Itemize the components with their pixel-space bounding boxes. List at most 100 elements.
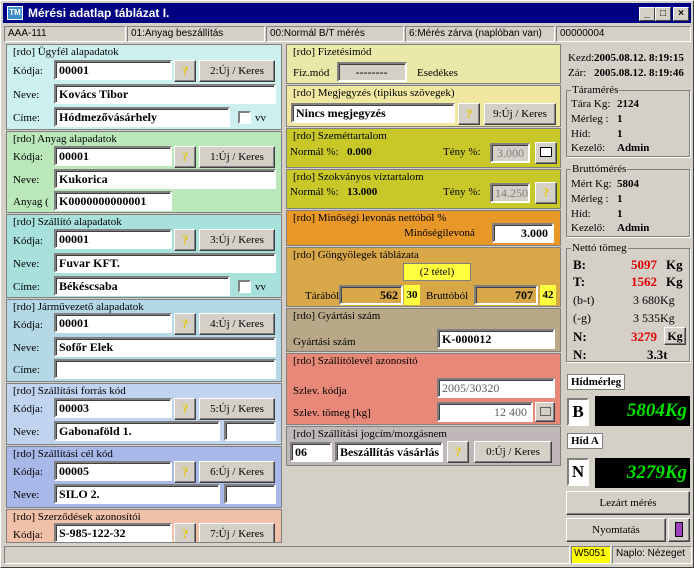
szallito-vv-checkbox[interactable]	[238, 280, 251, 293]
ugyfel-nev-label: Neve:	[13, 89, 40, 101]
status-mode: 00:Normál B/T mérés	[266, 26, 404, 42]
tara-kg-value: 2124	[617, 98, 639, 110]
ugyfel-cim-label: Címe:	[13, 112, 40, 124]
gongyoleg-tetel-button[interactable]: (2 tétel)	[403, 263, 471, 281]
szallito-nev-label: Neve:	[13, 258, 40, 270]
lezart-meres-button[interactable]: Lezárt mérés	[566, 491, 690, 515]
forras-nev-field[interactable]: Gabonaföld 1.	[54, 421, 220, 441]
jarmu-cim-field[interactable]	[54, 359, 276, 379]
b-indicator: B	[567, 398, 589, 426]
close-button[interactable]: ×	[673, 7, 689, 21]
cel-kod-label: Kódja:	[13, 466, 43, 478]
zar-value: 2005.08.12. 8:19:46	[594, 67, 684, 79]
szallitolevel-kod-field[interactable]: 2005/30320	[437, 378, 555, 398]
tara-hid-value: 1	[617, 128, 623, 140]
forras-extra-field[interactable]	[224, 421, 276, 441]
jogcim-search-button[interactable]: 0:Új / Keres	[474, 441, 552, 463]
anyag-search-button[interactable]: 1:Új / Keres	[199, 146, 275, 168]
szerzodes-kod-field[interactable]: S-985-122-32	[54, 523, 172, 542]
exit-button[interactable]	[668, 518, 690, 542]
status-type: 01:Anyag beszállítás	[127, 26, 265, 42]
forras-help-button[interactable]: ?	[174, 398, 196, 420]
maximize-button[interactable]: □	[655, 7, 671, 21]
bottom-w-badge: W5051	[571, 546, 611, 564]
szallito-nev-field[interactable]: Fuvar KFT.	[54, 253, 276, 273]
viz-teny-field[interactable]: 14.250	[490, 183, 530, 203]
cel-kod-field[interactable]: 00005	[54, 461, 172, 481]
szemet-calc-button[interactable]	[535, 142, 557, 164]
anyag-nev-field[interactable]: Kukorica	[54, 169, 276, 189]
szallito-search-button[interactable]: 3:Új / Keres	[199, 229, 275, 251]
minoseg-field[interactable]: 3.000	[492, 223, 554, 243]
brutto-kg-label: Mért Kg:	[571, 178, 612, 190]
anyag-legend: [rdo] Anyag alapadatok	[13, 133, 117, 145]
brutto-merleg-value: 1	[617, 193, 623, 205]
ugyfel-help-button[interactable]: ?	[174, 60, 196, 82]
szemet-teny-field[interactable]: 3.000	[490, 143, 530, 163]
forras-search-button[interactable]: 5:Új / Keres	[199, 398, 275, 420]
viz-help-button[interactable]: ?	[535, 182, 557, 204]
tara-kezelo-value: Admin	[617, 142, 650, 154]
szemet-normal-value: 0.000	[347, 146, 372, 158]
netto-bt-label: (b-t)	[573, 293, 595, 307]
brutto-hid-label: Híd:	[571, 208, 591, 220]
jogcim-kod-field[interactable]: 06	[290, 442, 332, 462]
megjegyzes-search-button[interactable]: 9:Új / Keres	[484, 103, 556, 125]
szallito-help-button[interactable]: ?	[174, 229, 196, 251]
nyomtatas-button[interactable]: Nyomtatás	[566, 518, 666, 542]
ugyfel-vv-label: vv	[255, 112, 266, 124]
minimize-button[interactable]: _	[639, 7, 655, 21]
jogcim-field[interactable]: Beszállítás vásárlás	[335, 442, 443, 462]
szemet-normal-label: Normál %:	[290, 146, 339, 158]
megjegyzes-field[interactable]: Nincs megjegyzés	[291, 103, 455, 123]
jogcim-help-button[interactable]: ?	[447, 441, 469, 463]
gyartasi-field[interactable]: K-000012	[437, 329, 555, 349]
fizetes-esed-label: Esedékes	[417, 67, 458, 79]
jarmu-panel: [rdo] Járművezető alapadatok Kódja: 0000…	[6, 299, 282, 382]
szerzodes-help-button[interactable]: ?	[174, 523, 196, 542]
jarmu-legend: [rdo] Járművezető alapadatok	[13, 301, 144, 313]
ugyfel-nev-field[interactable]: Kovács Tibor	[54, 84, 276, 104]
ugyfel-legend: [rdo] Ügyfél alapadatok	[13, 46, 119, 58]
szerzodes-search-button[interactable]: 7:Új / Keres	[199, 523, 275, 542]
forras-legend: [rdo] Szállítási forrás kód	[13, 385, 126, 397]
gongyoleg-brutto-count: 42	[540, 285, 556, 305]
netto-unit-button[interactable]: Kg	[664, 327, 686, 345]
gongyoleg-legend: [rdo] Göngyölegek táblázata	[293, 249, 419, 261]
jarmu-help-button[interactable]: ?	[174, 313, 196, 335]
cel-nev-field[interactable]: SILO 2.	[54, 484, 220, 504]
viz-normal-label: Normál %:	[290, 186, 339, 198]
szallito-cim-field[interactable]: Békéscsaba	[54, 276, 230, 296]
cel-help-button[interactable]: ?	[174, 461, 196, 483]
anyag-kod-field[interactable]: 00001	[54, 146, 172, 166]
ugyfel-vv-checkbox[interactable]	[238, 111, 251, 124]
ugyfel-search-button[interactable]: 2:Új / Keres	[199, 60, 275, 82]
ugyfel-panel: [rdo] Ügyfél alapadatok Kódja: 00001 ? 2…	[6, 44, 282, 130]
jarmu-kod-field[interactable]: 00001	[54, 313, 172, 333]
szallitolevel-tomeg-field[interactable]: 12 400	[437, 402, 533, 422]
ugyfel-kod-label: Kódja:	[13, 65, 43, 77]
szallitolevel-calc-button[interactable]	[535, 402, 555, 422]
fizetes-mod-field[interactable]: --------	[337, 62, 407, 82]
anyag-code-field[interactable]: K0000000000001	[54, 191, 172, 211]
cel-search-button[interactable]: 6:Új / Keres	[199, 461, 275, 483]
jarmu-search-button[interactable]: 4:Új / Keres	[199, 313, 275, 335]
cel-extra-field[interactable]	[224, 484, 276, 504]
fizetes-legend: [rdo] Fizetésimód	[293, 46, 372, 58]
calculator-icon	[540, 147, 552, 157]
cel-nev-label: Neve:	[13, 489, 40, 501]
ugyfel-kod-field[interactable]: 00001	[54, 60, 172, 80]
szallito-kod-field[interactable]: 00001	[54, 229, 172, 249]
tara-group: Táramérés Tára Kg: 2124 Mérleg : 1 Híd: …	[566, 84, 690, 157]
anyag-panel: [rdo] Anyag alapadatok Kódja: 00001 ? 1:…	[6, 131, 282, 213]
megjegyzes-help-button[interactable]: ?	[458, 103, 480, 125]
ugyfel-cim-field[interactable]: Hódmezővásárhely	[54, 107, 230, 127]
app-icon: TM	[7, 6, 23, 20]
gyartasi-legend: [rdo] Gyártási szám	[293, 310, 381, 322]
title-bar[interactable]: TM Mérési adatlap táblázat I. _ □ ×	[3, 3, 691, 23]
gyartasi-panel: [rdo] Gyártási szám Gyártási szám K-0000…	[286, 308, 561, 352]
tara-kezelo-label: Kezelő:	[571, 142, 606, 154]
jarmu-nev-field[interactable]: Sofőr Elek	[54, 337, 276, 357]
forras-kod-field[interactable]: 00003	[54, 398, 172, 418]
anyag-help-button[interactable]: ?	[174, 146, 196, 168]
